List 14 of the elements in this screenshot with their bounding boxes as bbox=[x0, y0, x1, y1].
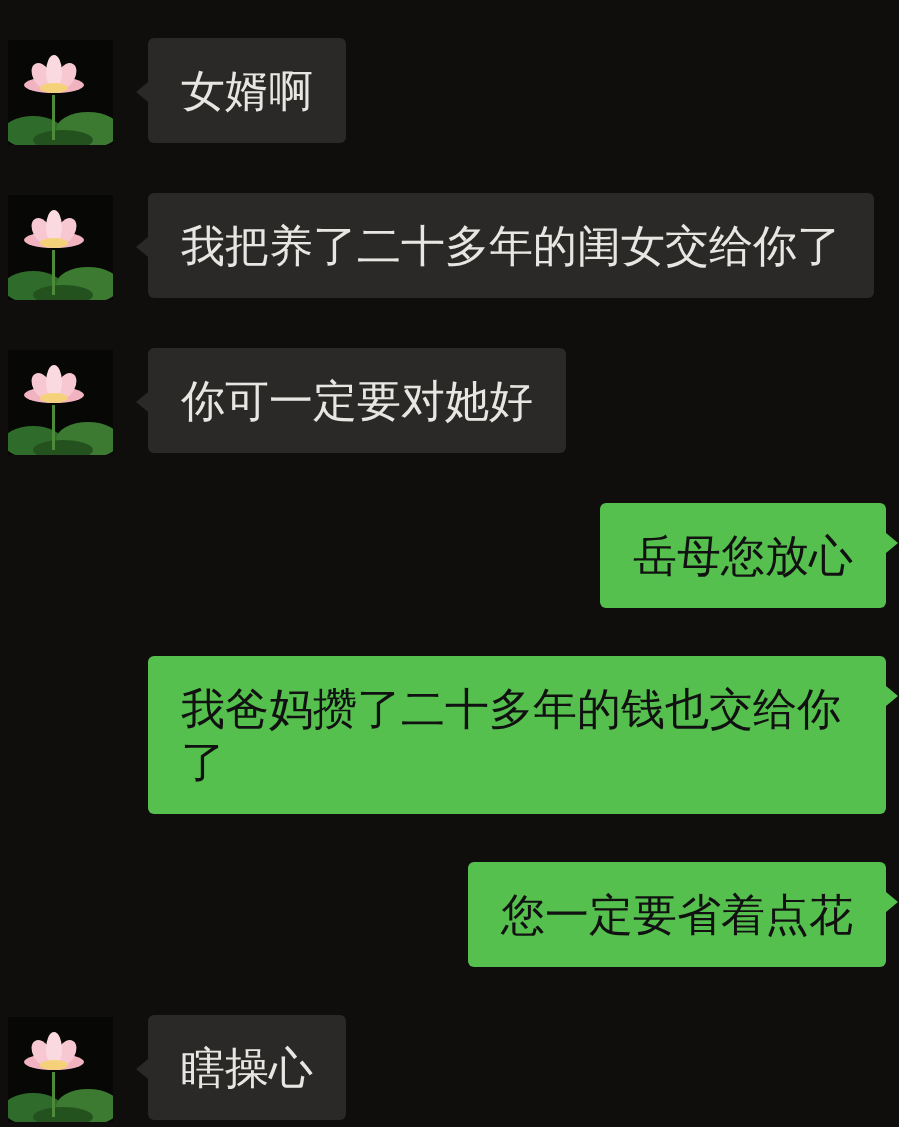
bubble-tail bbox=[136, 392, 148, 412]
outgoing-message-bubble: 我爸妈攒了二十多年的钱也交给你了 bbox=[148, 656, 886, 814]
bubble-tail bbox=[136, 237, 148, 257]
bubble-tail bbox=[136, 1059, 148, 1079]
bubble-tail bbox=[886, 686, 898, 706]
bubble-tail bbox=[136, 82, 148, 102]
bubble-tail bbox=[886, 533, 898, 553]
incoming-message-bubble: 你可一定要对她好 bbox=[148, 348, 566, 453]
incoming-message-bubble: 瞎操心 bbox=[148, 1015, 346, 1120]
incoming-message-bubble: 女婿啊 bbox=[148, 38, 346, 143]
outgoing-message-bubble: 岳母您放心 bbox=[600, 503, 886, 608]
incoming-message-bubble: 我把养了二十多年的闺女交给你了 bbox=[148, 193, 874, 298]
outgoing-message-bubble: 您一定要省着点花 bbox=[468, 862, 886, 967]
bubble-tail bbox=[886, 892, 898, 912]
